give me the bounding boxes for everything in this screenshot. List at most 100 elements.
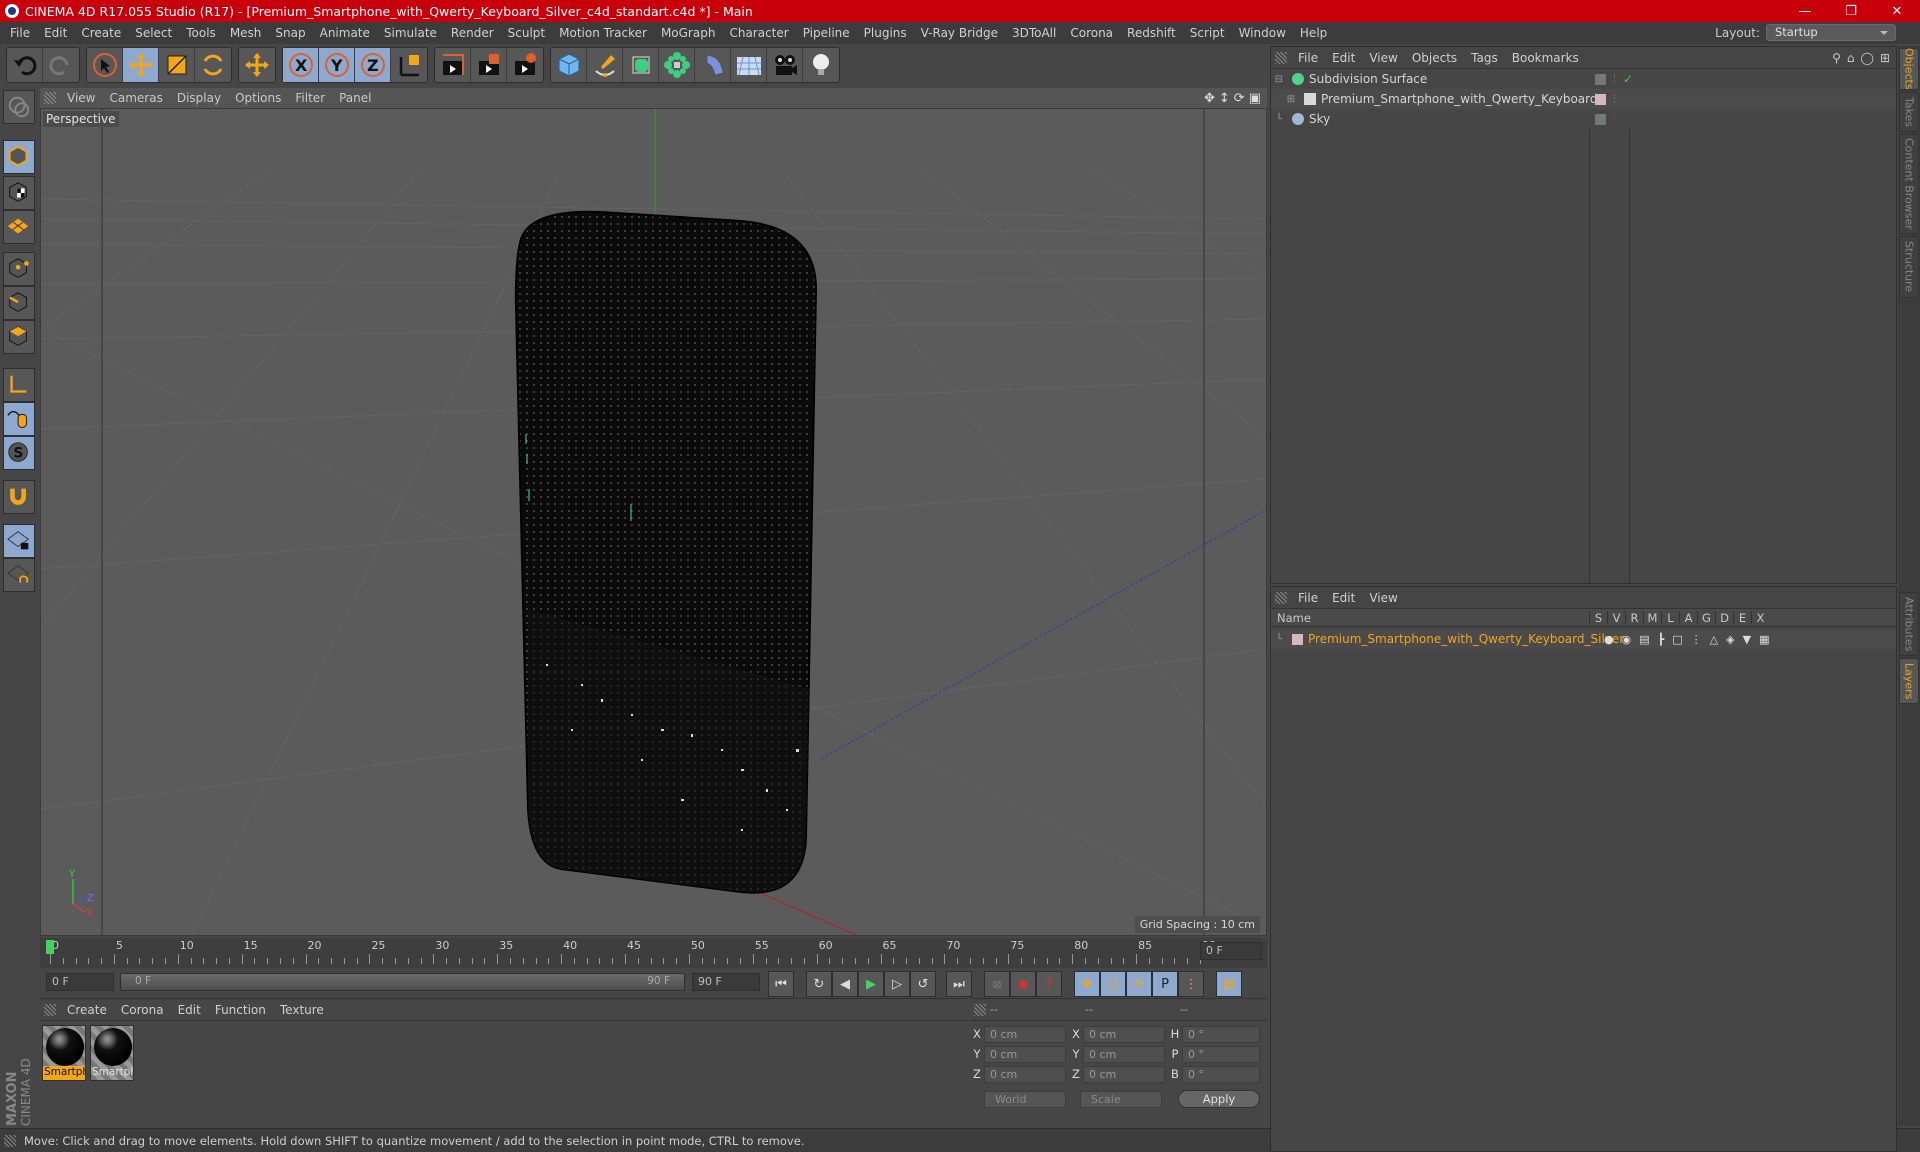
keyframe-help-button[interactable]: ?: [1036, 971, 1062, 997]
coordinate-mode-dropdown[interactable]: Scale: [1080, 1091, 1162, 1108]
size-field[interactable]: 0 cm: [1083, 1065, 1165, 1083]
filter-icon[interactable]: ◯: [1861, 51, 1874, 65]
menu-render[interactable]: Render: [444, 26, 501, 40]
expand-toggle-icon[interactable]: └: [1271, 114, 1287, 125]
edges-mode-button[interactable]: [3, 286, 35, 320]
menu-edit[interactable]: Edit: [37, 26, 74, 40]
material-menu-function[interactable]: Function: [208, 1003, 273, 1017]
layer-color-icon[interactable]: [1595, 93, 1606, 105]
layer-column-g[interactable]: G: [1697, 610, 1715, 625]
layer-column-v[interactable]: V: [1607, 610, 1625, 625]
scale-button[interactable]: [159, 48, 195, 82]
menu-select[interactable]: Select: [128, 26, 179, 40]
rotate-button[interactable]: [195, 48, 231, 82]
menu-character[interactable]: Character: [722, 26, 795, 40]
tab-layers[interactable]: Layers: [1899, 658, 1919, 704]
panel-grip-icon[interactable]: [44, 1003, 56, 1016]
tab-structure[interactable]: Structure: [1899, 236, 1919, 298]
next-key-button[interactable]: ↺: [910, 971, 936, 997]
rotation-field[interactable]: 0 °: [1182, 1025, 1260, 1043]
new-window-icon[interactable]: ⊞: [1880, 51, 1890, 65]
menu-corona[interactable]: Corona: [1063, 26, 1120, 40]
redo-button[interactable]: [43, 48, 79, 82]
material-swatch[interactable]: Smartph: [42, 1025, 86, 1081]
render-settings-button[interactable]: [507, 48, 543, 82]
key-pla-button[interactable]: ⋮: [1178, 971, 1204, 997]
next-frame-button[interactable]: ▷: [884, 971, 910, 997]
menu-sculpt[interactable]: Sculpt: [501, 26, 552, 40]
objects-menu-view[interactable]: View: [1362, 51, 1404, 65]
viewport-menu-display[interactable]: Display: [170, 91, 228, 105]
menu-pipeline[interactable]: Pipeline: [796, 26, 857, 40]
object-name[interactable]: Subdivision Surface: [1309, 72, 1599, 86]
menu-snap[interactable]: Snap: [268, 26, 312, 40]
objects-menu-bookmarks[interactable]: Bookmarks: [1505, 51, 1586, 65]
z-axis-button[interactable]: Z: [355, 48, 391, 82]
edit-toggle-icon[interactable]: [1595, 73, 1606, 85]
generator-toggle-icon[interactable]: △: [1710, 633, 1718, 646]
apply-button[interactable]: Apply: [1178, 1090, 1260, 1108]
edit-toggle-icon[interactable]: [1595, 113, 1606, 125]
playhead[interactable]: [46, 940, 54, 954]
make-editable-button[interactable]: [3, 90, 35, 124]
material-swatch[interactable]: Smartph: [90, 1025, 134, 1081]
key-move-button[interactable]: ✥: [1074, 971, 1100, 997]
layer-column-a[interactable]: A: [1679, 610, 1697, 625]
render-picture-viewer-button[interactable]: [471, 48, 507, 82]
expression-toggle-icon[interactable]: ▼: [1743, 633, 1751, 646]
menu-script[interactable]: Script: [1183, 26, 1232, 40]
go-to-start-button[interactable]: ⏮: [768, 971, 794, 997]
timeline-button[interactable]: ▤: [1216, 971, 1242, 997]
visible-toggle-icon[interactable]: ◉: [1622, 633, 1632, 646]
cloner-button[interactable]: [659, 48, 695, 82]
visibility-dots-icon[interactable]: ⋮: [1610, 74, 1619, 84]
layers-menu-view[interactable]: View: [1362, 591, 1404, 605]
workplane-mode-button[interactable]: [3, 210, 35, 244]
timeline-ruler[interactable]: 051015202530354045505560657075808590 0 F: [40, 938, 1267, 968]
manager-toggle-icon[interactable]: ┣: [1658, 633, 1665, 646]
autokey-button[interactable]: ◉: [1010, 971, 1036, 997]
layer-column-x[interactable]: X: [1751, 610, 1769, 625]
material-menu-texture[interactable]: Texture: [273, 1003, 331, 1017]
expand-toggle-icon[interactable]: ⊞: [1283, 94, 1299, 105]
maximize-view-icon[interactable]: ▣: [1249, 91, 1261, 106]
model-mode-button[interactable]: [3, 140, 35, 174]
axis-mode-button[interactable]: [3, 368, 35, 402]
layer-row[interactable]: └ Premium_Smartphone_with_Qwerty_Keyboar…: [1271, 629, 1896, 649]
bend-deformer-button[interactable]: [695, 48, 731, 82]
object-name[interactable]: Premium_Smartphone_with_Qwerty_Keyboard_…: [1321, 92, 1596, 106]
key-rotate-button[interactable]: ⟳: [1126, 971, 1152, 997]
viewport-menu-panel[interactable]: Panel: [332, 91, 378, 105]
key-scale-button[interactable]: ▢: [1100, 971, 1126, 997]
menu-plugins[interactable]: Plugins: [857, 26, 914, 40]
subdivision-button[interactable]: [623, 48, 659, 82]
coordinate-system-button[interactable]: [391, 48, 427, 82]
minimize-button[interactable]: —: [1782, 4, 1828, 19]
size-field[interactable]: 0 cm: [1083, 1045, 1165, 1063]
cube-button[interactable]: [551, 48, 587, 82]
xref-toggle-icon[interactable]: ▦: [1759, 633, 1769, 646]
panel-grip-icon[interactable]: [974, 1003, 986, 1016]
objects-menu-objects[interactable]: Objects: [1405, 51, 1464, 65]
position-field[interactable]: 0 cm: [984, 1045, 1066, 1063]
polygons-mode-button[interactable]: [3, 320, 35, 354]
visibility-dots-icon[interactable]: ⋮: [1610, 114, 1619, 124]
viewport-menu-options[interactable]: Options: [228, 91, 288, 105]
menu-help[interactable]: Help: [1293, 26, 1334, 40]
layer-column-r[interactable]: R: [1625, 610, 1643, 625]
menu-motion-tracker[interactable]: Motion Tracker: [552, 26, 654, 40]
record-button[interactable]: ⦻: [984, 971, 1010, 997]
current-frame-field[interactable]: 0 F: [1200, 942, 1262, 960]
object-row[interactable]: ⊞ Premium_Smartphone_with_Qwerty_Keyboar…: [1271, 89, 1896, 109]
layer-color-icon[interactable]: [1292, 633, 1303, 645]
size-field[interactable]: 0 cm: [1083, 1025, 1165, 1043]
menu-simulate[interactable]: Simulate: [377, 26, 444, 40]
menu-window[interactable]: Window: [1232, 26, 1293, 40]
position-field[interactable]: 0 cm: [984, 1065, 1066, 1083]
rotate-view-icon[interactable]: ⟳: [1234, 91, 1245, 106]
maximize-button[interactable]: ❐: [1828, 4, 1874, 19]
menu-v-ray-bridge[interactable]: V-Ray Bridge: [914, 26, 1005, 40]
material-menu-corona[interactable]: Corona: [114, 1003, 171, 1017]
panel-grip-icon[interactable]: [1275, 591, 1287, 604]
layout-dropdown[interactable]: Startup: [1766, 24, 1896, 41]
